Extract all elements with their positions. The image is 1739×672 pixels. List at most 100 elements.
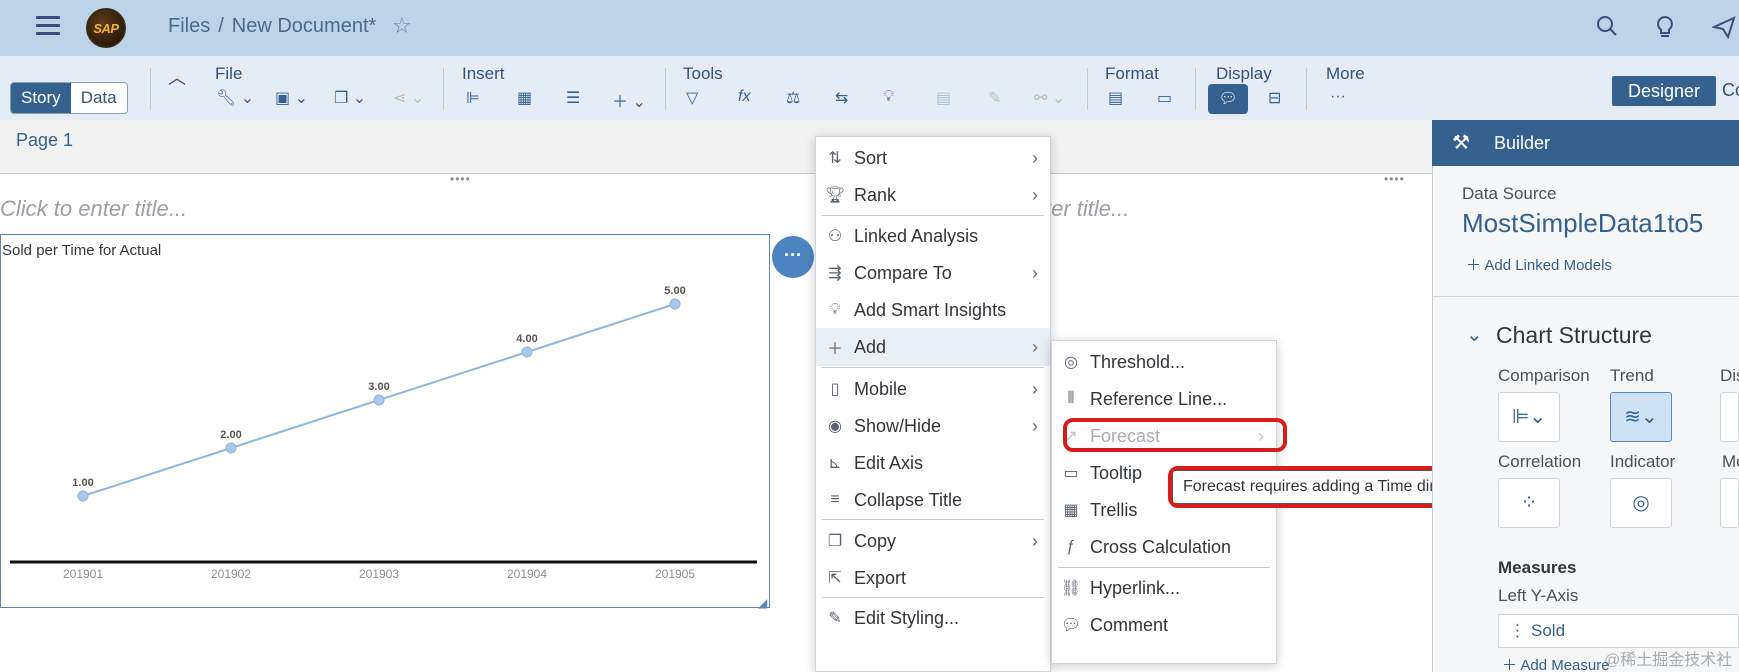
data-point[interactable] xyxy=(521,346,533,358)
page-tab[interactable]: Page 1 xyxy=(16,130,73,151)
disabled-tool-icon[interactable]: ▤ xyxy=(936,88,951,108)
menu-item-hyperlink[interactable]: ⛓︎ Hyperlink... xyxy=(1052,569,1276,607)
story-data-toggle: Story Data xyxy=(10,82,128,114)
menu-item-label: Edit Axis xyxy=(854,452,924,473)
disabled-link-icon[interactable]: ⚯ ⌄ xyxy=(1034,88,1065,108)
trend-chart-icon[interactable]: ≋⌄ xyxy=(1610,392,1672,442)
menu-item-rank[interactable]: 🏆︎ Rank › xyxy=(816,176,1050,214)
category-comparison: Comparison xyxy=(1498,366,1590,385)
menu-item-add[interactable]: ＋ Add › xyxy=(816,328,1050,366)
more-overflow-icon[interactable]: ··· xyxy=(1330,88,1346,106)
insert-add-icon[interactable]: ＋ ⌄ xyxy=(612,88,646,112)
insert-filter-icon[interactable]: ☰ xyxy=(566,88,580,108)
data-point[interactable] xyxy=(669,298,681,310)
category-correlation: Correlation xyxy=(1498,452,1582,471)
insert-table-icon[interactable]: ▦ xyxy=(517,88,532,108)
resize-grip-icon[interactable]: •••• xyxy=(450,172,471,186)
menu-item-edit-axis[interactable]: ⊾ Edit Axis xyxy=(816,444,1050,482)
chart-more-actions-icon[interactable]: ··· xyxy=(772,236,814,278)
document-title: New Document* xyxy=(231,15,377,37)
swap-icon[interactable]: ⇆ xyxy=(835,88,848,108)
chart-title-placeholder-right[interactable]: ter title... xyxy=(1045,196,1129,222)
data-mode-button[interactable]: Data xyxy=(71,83,127,113)
menu-item-cross-calculation[interactable]: ƒ Cross Calculation xyxy=(1052,528,1276,566)
function-icon: ƒ xyxy=(1066,538,1076,555)
drag-handle-icon[interactable]: ⋮ xyxy=(1509,615,1526,647)
menu-item-reference-line[interactable]: ⫴ Reference Line... xyxy=(1052,380,1276,418)
add-measure-link[interactable]: ＋ Add Measure xyxy=(1502,654,1610,672)
menu-item-compare-to[interactable]: ⇶ Compare To › xyxy=(816,254,1050,292)
collapse-toolbar-chevron-icon[interactable]: ︿ xyxy=(168,64,186,90)
breadcrumb-files[interactable]: Files xyxy=(168,15,210,37)
menu-item-label: Show/Hide xyxy=(854,415,942,436)
resize-grip-icon[interactable]: •••• xyxy=(1384,172,1405,186)
menu-item-sort[interactable]: ⇅ Sort › xyxy=(816,139,1050,177)
menu-item-threshold[interactable]: ◎ Threshold... xyxy=(1052,343,1276,381)
chevron-right-icon: › xyxy=(1032,379,1038,399)
menu-item-show-hide[interactable]: ◉ Show/Hide › xyxy=(816,407,1050,445)
hamburger-menu-icon[interactable] xyxy=(36,16,60,36)
menu-item-comment[interactable]: 💬︎ Comment xyxy=(1052,606,1276,644)
data-point[interactable] xyxy=(225,442,237,454)
menu-item-export[interactable]: ⇱ Export xyxy=(816,559,1050,597)
copy-page-icon[interactable]: ❐ ⌄ xyxy=(334,88,366,108)
designer-button[interactable]: Designer xyxy=(1612,76,1716,106)
data-source-value[interactable]: MostSimpleData1to5 xyxy=(1462,208,1703,239)
disabled-edit-icon[interactable]: ✎ xyxy=(988,88,1001,108)
menu-item-label: Collapse Title xyxy=(854,489,963,510)
distribution-chart-icon[interactable] xyxy=(1720,392,1739,442)
story-mode-button[interactable]: Story xyxy=(11,83,71,113)
breadcrumb: Files / New Document* xyxy=(168,15,376,38)
collaboration-tab[interactable]: Co xyxy=(1722,80,1739,101)
menu-item-label: Copy xyxy=(854,530,897,551)
add-linked-models-link[interactable]: ＋ Add Linked Models xyxy=(1466,254,1612,275)
group-tools-label: Tools xyxy=(683,64,723,83)
correlation-chart-icon[interactable]: ⁘ xyxy=(1498,478,1560,528)
builder-title: Builder xyxy=(1494,133,1551,153)
menu-item-edit-styling[interactable]: ✎ Edit Styling... xyxy=(816,599,1050,637)
left-y-axis-label: Left Y-Axis xyxy=(1498,586,1579,605)
indicator-chart-icon[interactable]: ◎ xyxy=(1610,478,1672,528)
chart-structure-chevron-icon[interactable]: ⌄ xyxy=(1466,322,1483,347)
menu-separator xyxy=(822,367,1044,368)
menu-item-copy[interactable]: ❐ Copy › xyxy=(816,522,1050,560)
filter-icon[interactable]: ▽ xyxy=(686,88,698,108)
menu-item-add-smart-insights[interactable]: 💡︎ Add Smart Insights xyxy=(816,291,1050,329)
menu-item-linked-analysis[interactable]: ⚇ Linked Analysis xyxy=(816,217,1050,255)
save-icon[interactable]: ▣ ⌄ xyxy=(275,88,308,108)
notifications-icon[interactable] xyxy=(1710,15,1736,45)
comparison-chart-icon[interactable]: ⊫⌄ xyxy=(1498,392,1560,442)
data-point[interactable] xyxy=(77,490,89,502)
chevron-right-icon: › xyxy=(1032,531,1038,551)
format-styling-icon[interactable]: ▤ xyxy=(1108,88,1123,108)
share-icon[interactable]: ⋖ ⌄ xyxy=(393,88,424,108)
menu-item-collapse-title[interactable]: ≡ Collapse Title xyxy=(816,481,1050,519)
lightbulb-icon[interactable] xyxy=(1656,15,1674,45)
insert-chart-icon[interactable]: ⊫ xyxy=(466,88,480,108)
group-format-label: Format xyxy=(1105,64,1159,83)
menu-separator xyxy=(822,597,1044,598)
data-point[interactable] xyxy=(373,394,385,406)
favorite-star-icon[interactable]: ☆ xyxy=(392,13,412,39)
sap-logo[interactable]: SAP xyxy=(86,8,126,48)
chart-context-menu: ⇅ Sort › 🏆︎ Rank › ⚇ Linked Analysis ⇶ Compare To… xyxy=(815,136,1051,672)
menu-item-mobile[interactable]: ▯ Mobile › xyxy=(816,370,1050,408)
file-settings-icon[interactable]: 🔧︎ ⌄ xyxy=(216,88,254,108)
comment-mode-icon[interactable]: 💬︎ xyxy=(1208,84,1248,114)
search-icon[interactable] xyxy=(1596,15,1618,43)
menu-item-label: Trellis xyxy=(1090,499,1138,520)
formula-icon[interactable]: fx xyxy=(738,88,750,106)
format-layout-icon[interactable]: ▭ xyxy=(1157,88,1172,108)
more-chart-icon[interactable] xyxy=(1720,478,1739,528)
x-tick-label: 201904 xyxy=(507,567,547,581)
axis-icon: ⊾ xyxy=(828,455,842,472)
group-file-label: File xyxy=(215,64,243,83)
chart-resize-handle-icon[interactable]: ◢ xyxy=(758,596,767,610)
measure-sold[interactable]: ⋮ Sold xyxy=(1498,614,1739,648)
toolbar-divider xyxy=(665,68,666,110)
chart-title-placeholder[interactable]: Click to enter title... xyxy=(0,196,187,222)
balance-icon[interactable]: ⚖︎ xyxy=(786,88,800,108)
builder-divider xyxy=(1432,296,1739,297)
display-grid-icon[interactable]: ⊟ xyxy=(1268,88,1281,108)
smart-insights-icon[interactable]: 💡︎ xyxy=(883,88,894,106)
